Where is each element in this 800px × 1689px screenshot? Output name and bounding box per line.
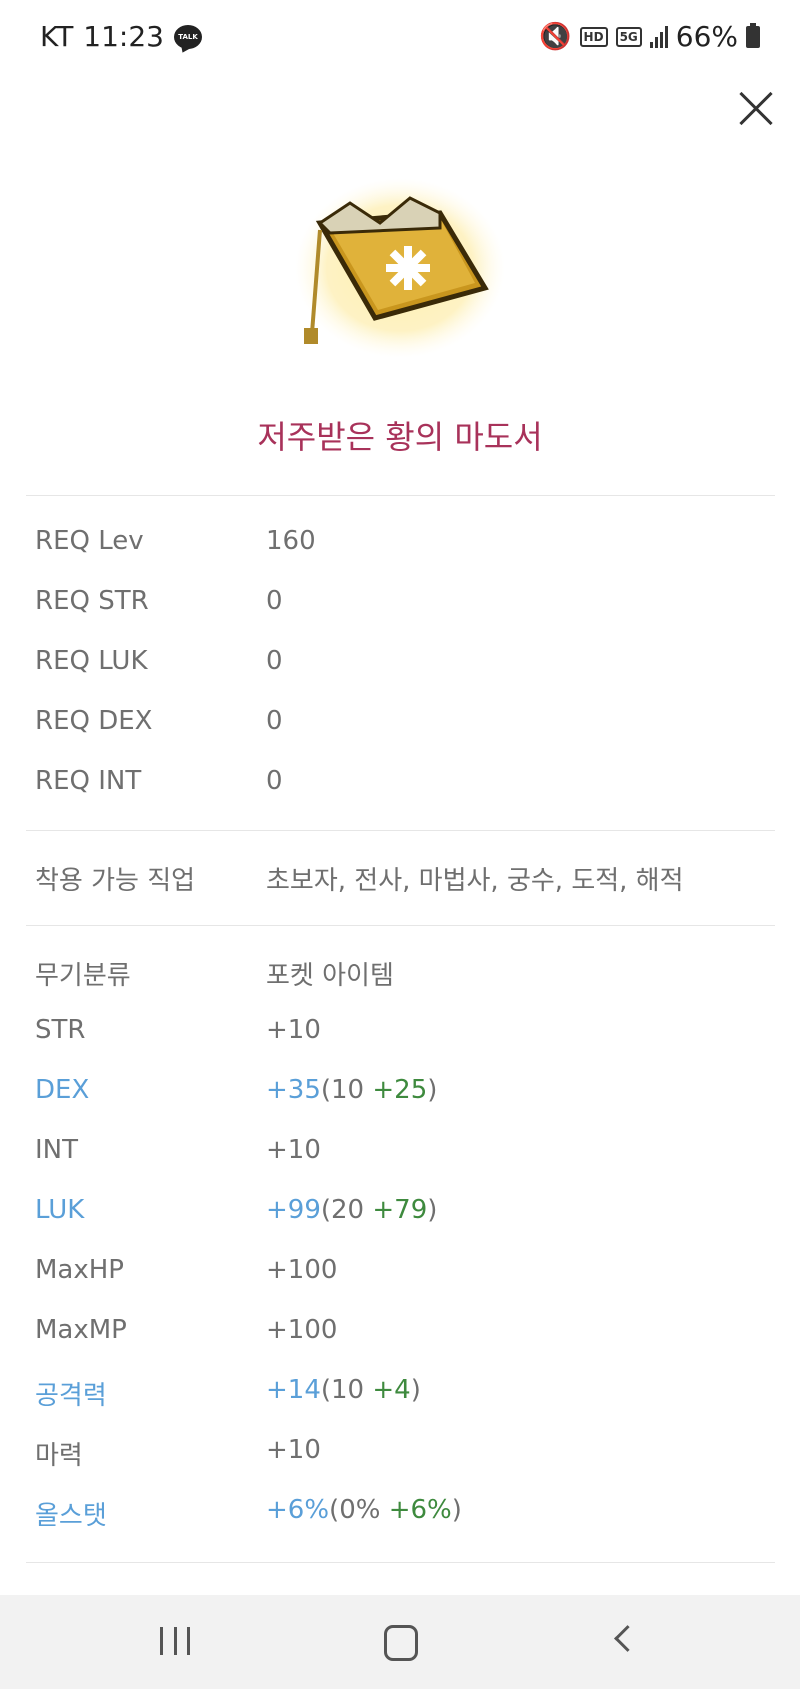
stat-bonus: +79 [372, 1195, 428, 1225]
status-left: KT 11:23 TALK [40, 20, 202, 53]
stat-value: +10 [266, 1435, 321, 1465]
stat-value: +14(10 +4) [266, 1375, 421, 1405]
stat-row-luk: LUK +99(20 +79) [35, 1195, 775, 1235]
stat-total: +6% [266, 1495, 330, 1525]
kakaotalk-icon: TALK [174, 24, 202, 49]
req-value: 0 [266, 706, 283, 736]
stat-total: +10 [266, 1015, 321, 1045]
5g-badge: 5G [615, 26, 642, 47]
weapon-type-row: 무기분류 포켓 아이템 [35, 955, 775, 995]
back-button[interactable] [614, 1625, 641, 1652]
jobs-value: 초보자, 전사, 마법사, 궁수, 도적, 해적 [266, 866, 684, 896]
req-label: REQ INT [35, 766, 142, 796]
req-value: 0 [266, 586, 283, 616]
stat-label: 공격력 [35, 1381, 107, 1411]
clock: 11:23 [83, 20, 164, 53]
stat-row-attack: 공격력 +14(10 +4) [35, 1375, 775, 1415]
stat-label: LUK [35, 1195, 85, 1225]
divider [26, 925, 775, 926]
stat-suffix: ) [427, 1195, 438, 1225]
status-right: 🔇 HD 5G 66% [539, 20, 760, 53]
divider [26, 495, 775, 496]
stat-row-maxmp: MaxMP +100 [35, 1315, 775, 1355]
req-value: 0 [266, 646, 283, 676]
stat-total: +100 [266, 1315, 338, 1345]
stat-base: (10 [320, 1075, 373, 1105]
stat-total: +10 [266, 1135, 321, 1165]
stat-label: MaxMP [35, 1315, 127, 1345]
status-bar: KT 11:23 TALK 🔇 HD 5G 66% [0, 0, 800, 76]
stat-bonus: +6% [388, 1495, 452, 1525]
system-nav-bar [0, 1595, 800, 1689]
stat-row-allstat: 올스탯 +6%(0% +6%) [35, 1495, 775, 1535]
stat-value: +100 [266, 1255, 337, 1285]
stat-value: +10 [266, 1015, 321, 1045]
stat-base: (20 [320, 1195, 373, 1225]
stat-bonus: +25 [372, 1075, 428, 1105]
hd-badge: HD [579, 26, 608, 47]
close-button[interactable] [736, 88, 776, 128]
stat-label: DEX [35, 1075, 90, 1105]
req-label: REQ STR [35, 586, 149, 616]
weapon-type-label: 무기분류 [35, 961, 131, 991]
stat-label: 마력 [35, 1441, 83, 1471]
stat-row-maxhp: MaxHP +100 [35, 1255, 775, 1295]
carrier-label: KT [40, 20, 74, 53]
stat-total: +10 [266, 1435, 321, 1465]
recent-apps-button[interactable] [160, 1627, 190, 1655]
stat-suffix: ) [451, 1495, 462, 1525]
jobs-row: 착용 가능 직업 초보자, 전사, 마법사, 궁수, 도적, 해적 [35, 860, 775, 900]
stat-row-dex: DEX +35(10 +25) [35, 1075, 775, 1115]
req-row: REQ DEX 0 [35, 706, 775, 746]
stat-total: +100 [266, 1255, 338, 1285]
stat-row-int: INT +10 [35, 1135, 775, 1175]
stat-row-magic: 마력 +10 [35, 1435, 775, 1475]
divider [26, 1562, 775, 1563]
stat-suffix: ) [410, 1375, 421, 1405]
stat-total: +35 [266, 1075, 321, 1105]
home-button[interactable] [384, 1625, 418, 1661]
stat-total: +99 [266, 1195, 321, 1225]
stat-label: MaxHP [35, 1255, 124, 1285]
stat-row-str: STR +10 [35, 1015, 775, 1055]
req-label: REQ DEX [35, 706, 153, 736]
jobs-label: 착용 가능 직업 [35, 866, 196, 896]
stat-value: +10 [266, 1135, 321, 1165]
req-row: REQ STR 0 [35, 586, 775, 626]
req-row: REQ INT 0 [35, 766, 775, 806]
weapon-type-value: 포켓 아이템 [266, 961, 394, 991]
req-row: REQ LUK 0 [35, 646, 775, 686]
req-label: REQ Lev [35, 526, 144, 556]
signal-icon [649, 25, 668, 48]
stat-value: +100 [266, 1315, 337, 1345]
divider [26, 830, 775, 831]
item-image [295, 178, 505, 358]
mute-icon: 🔇 [539, 21, 572, 52]
req-value: 160 [266, 526, 316, 556]
req-row: REQ Lev 160 [35, 526, 775, 566]
stat-value: +99(20 +79) [266, 1195, 437, 1225]
stat-suffix: ) [427, 1075, 438, 1105]
stat-label: 올스탯 [35, 1501, 107, 1531]
stat-value: +6%(0% +6%) [266, 1495, 462, 1525]
battery-percent: 66% [675, 20, 738, 53]
battery-icon [746, 22, 760, 48]
stat-bonus: +4 [372, 1375, 411, 1405]
stat-value: +35(10 +25) [266, 1075, 437, 1105]
stat-label: INT [35, 1135, 78, 1165]
req-label: REQ LUK [35, 646, 148, 676]
stat-base: (10 [320, 1375, 373, 1405]
stat-total: +14 [266, 1375, 321, 1405]
stat-label: STR [35, 1015, 86, 1045]
req-value: 0 [266, 766, 283, 796]
stat-base: (0% [329, 1495, 389, 1525]
item-name: 저주받은 황의 마도서 [257, 418, 543, 456]
